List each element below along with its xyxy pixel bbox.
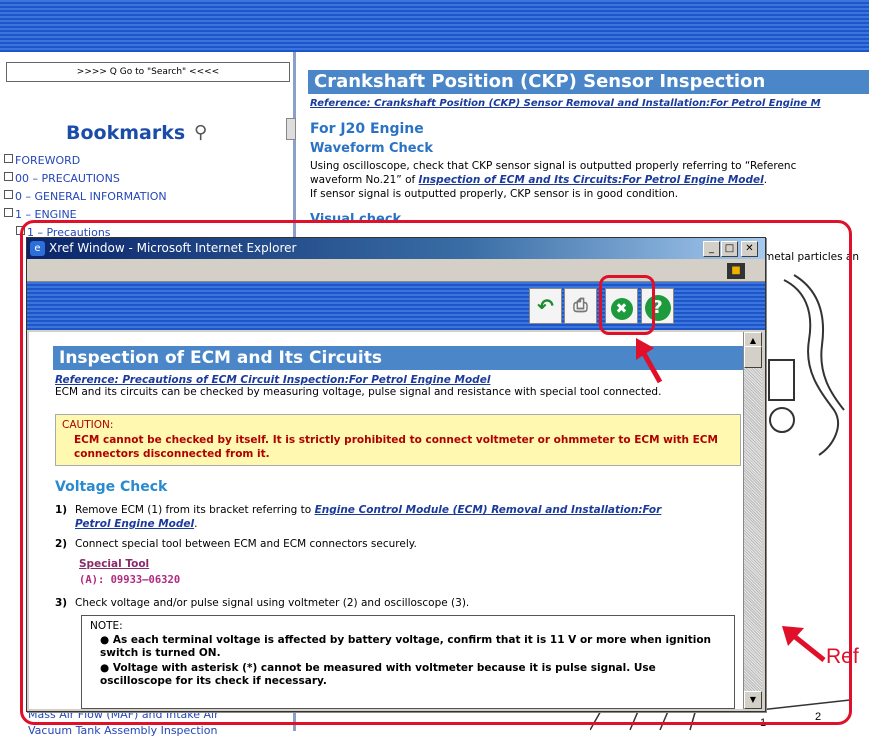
body-text: waveform No.21” of Inspection of ECM and…: [310, 174, 768, 186]
go-to-search-link[interactable]: >>>> Q Go to "Search" <<<<: [6, 62, 290, 82]
waveform-heading: Waveform Check: [310, 141, 433, 156]
body-text: Using oscilloscope, check that CKP senso…: [310, 160, 797, 172]
body-text: If sensor signal is outputted properly, …: [310, 188, 679, 200]
magnifier-icon[interactable]: ⚲: [194, 122, 207, 143]
collapse-icon[interactable]: [4, 208, 13, 217]
reference-link[interactable]: Reference: Crankshaft Position (CKP) Sen…: [310, 98, 821, 109]
expand-icon[interactable]: [4, 190, 13, 199]
expand-icon[interactable]: [4, 172, 13, 181]
annotation-frame: [20, 220, 852, 725]
annotation-label: Ref: [826, 645, 859, 668]
bookmarks-title: Bookmarks: [66, 122, 186, 144]
top-banner: [0, 0, 869, 52]
annotation-arrow-icon: [782, 626, 826, 662]
annotation-highlight: [599, 275, 655, 335]
scroll-up-button[interactable]: [286, 118, 296, 140]
inspection-ecm-link[interactable]: Inspection of ECM and Its Circuits:For P…: [419, 174, 764, 186]
engine-heading: For J20 Engine: [310, 121, 424, 137]
bookmark-item[interactable]: FOREWORD: [4, 154, 80, 167]
bookmark-item[interactable]: 00 – PRECAUTIONS: [4, 172, 120, 185]
expand-icon[interactable]: [4, 154, 13, 163]
bookmark-item[interactable]: 0 – GENERAL INFORMATION: [4, 190, 167, 203]
annotation-arrow-icon: [636, 338, 663, 384]
page-title: Crankshaft Position (CKP) Sensor Inspect…: [308, 70, 869, 94]
